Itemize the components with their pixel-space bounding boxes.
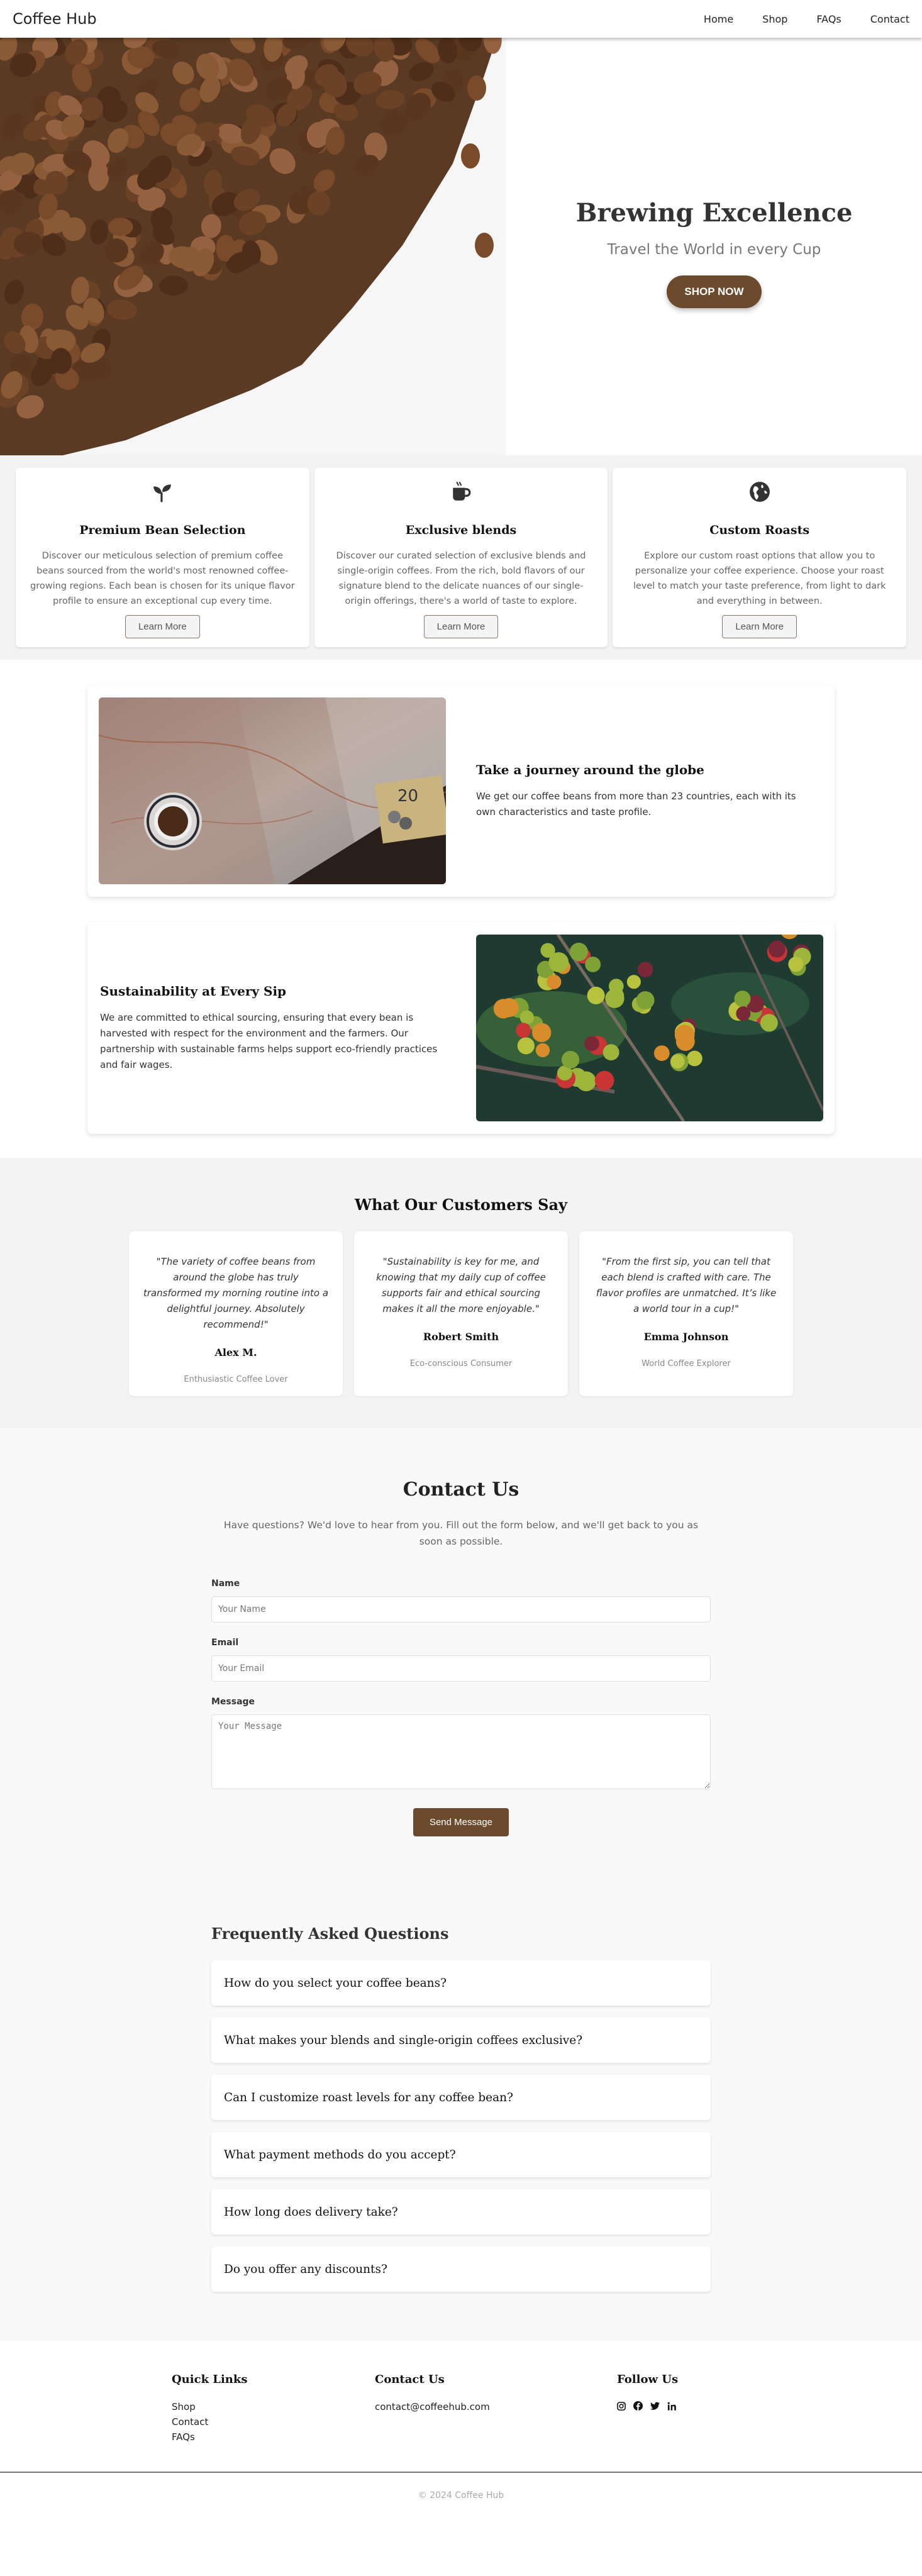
- contact-lead: Have questions? We'd love to hear from y…: [223, 1519, 699, 1547]
- coffee-cup-icon: [327, 479, 596, 504]
- story-card-journey: 20 Take a journey around the globe We ge…: [87, 685, 835, 897]
- nav-link-home[interactable]: Home: [704, 13, 733, 25]
- feature-card: Exclusive blends Discover our curated se…: [314, 468, 608, 647]
- footer-link-faqs[interactable]: FAQs: [172, 2431, 375, 2443]
- nav-links: Home Shop FAQs Contact: [675, 13, 909, 25]
- testimonials-title: What Our Customers Say: [355, 1196, 567, 1214]
- email-input[interactable]: [211, 1655, 711, 1682]
- faq-item[interactable]: Do you offer any discounts?: [211, 2246, 711, 2292]
- testimonial-name: Robert Smith: [423, 1331, 499, 1343]
- faq-question: What makes your blends and single-origin…: [224, 2033, 583, 2047]
- feature-text: Discover our meticulous selection of pre…: [30, 551, 295, 606]
- hero-section: Brewing Excellence Travel the World in e…: [0, 38, 922, 455]
- footer-contact: Contact Us contact@coffeehub.com: [375, 2373, 617, 2446]
- copyright-text: © 2024 Coffee Hub: [418, 2490, 504, 2501]
- feature-card: Premium Bean Selection Discover our meti…: [16, 468, 309, 647]
- shop-now-button[interactable]: SHOP NOW: [667, 275, 762, 308]
- testimonial-quote: "Sustainability is key for me, and knowi…: [376, 1256, 546, 1314]
- nav-link-contact[interactable]: Contact: [870, 13, 909, 25]
- learn-more-button[interactable]: Learn More: [423, 615, 499, 638]
- feature-card: Custom Roasts Explore our custom roast o…: [613, 468, 907, 647]
- story-body: We get our coffee beans from more than 2…: [476, 790, 796, 818]
- footer-email-link[interactable]: contact@coffeehub.com: [375, 2401, 617, 2412]
- contact-title: Contact Us: [403, 1479, 519, 1501]
- footer-link-shop[interactable]: Shop: [172, 2401, 375, 2412]
- hero-title: Brewing Excellence: [575, 197, 853, 228]
- feature-text: Explore our custom roast options that al…: [633, 551, 886, 606]
- faq-question: How long does delivery take?: [224, 2205, 398, 2219]
- faq-item[interactable]: How do you select your coffee beans?: [211, 1960, 711, 2006]
- testimonial-quote: "From the first sip, you can tell that e…: [596, 1256, 777, 1314]
- nav-link-shop[interactable]: Shop: [762, 13, 787, 25]
- testimonial-quote: "The variety of coffee beans from around…: [143, 1256, 329, 1330]
- feature-title: Custom Roasts: [709, 523, 810, 537]
- faq-question: Do you offer any discounts?: [224, 2262, 387, 2276]
- story-text: Sustainability at Every Sip We are commi…: [99, 984, 476, 1073]
- testimonial-card: "Sustainability is key for me, and knowi…: [354, 1231, 568, 1396]
- testimonial-name: Alex M.: [214, 1346, 257, 1358]
- twitter-icon[interactable]: [650, 2401, 660, 2413]
- faq-title: Frequently Asked Questions: [211, 1924, 449, 1943]
- features-section: Premium Bean Selection Discover our meti…: [0, 455, 922, 660]
- faq-item[interactable]: Can I customize roast levels for any cof…: [211, 2075, 711, 2120]
- story-text: Take a journey around the globe We get o…: [446, 762, 823, 820]
- email-label: Email: [211, 1638, 239, 1648]
- hero-text: Brewing Excellence Travel the World in e…: [506, 38, 922, 455]
- globe-icon: [625, 479, 894, 504]
- footer-heading: Follow Us: [617, 2373, 679, 2386]
- contact-form: Name Email Message Send Message: [211, 1579, 711, 1836]
- story-card-sustainability: Sustainability at Every Sip We are commi…: [87, 922, 835, 1134]
- testimonial-card: "From the first sip, you can tell that e…: [579, 1231, 793, 1396]
- footer-heading: Quick Links: [172, 2373, 248, 2386]
- message-label: Message: [211, 1697, 255, 1707]
- name-input[interactable]: [211, 1596, 711, 1623]
- faq-item[interactable]: What makes your blends and single-origin…: [211, 2018, 711, 2063]
- facebook-icon[interactable]: [633, 2401, 643, 2413]
- map-and-coffee-cup-image: 20: [99, 697, 446, 884]
- faq-question: How do you select your coffee beans?: [224, 1976, 447, 1990]
- faq-question: Can I customize roast levels for any cof…: [224, 2090, 513, 2104]
- faq-question: What payment methods do you accept?: [224, 2148, 456, 2162]
- footer-heading: Contact Us: [375, 2373, 445, 2386]
- feature-title: Premium Bean Selection: [79, 523, 246, 537]
- story-section: 20 Take a journey around the globe We ge…: [0, 660, 922, 1158]
- testimonial-role: Eco-conscious Consumer: [409, 1359, 513, 1368]
- seedling-icon: [28, 479, 297, 504]
- message-textarea[interactable]: [211, 1714, 711, 1789]
- svg-text:20: 20: [397, 787, 418, 806]
- testimonial-role: World Coffee Explorer: [642, 1359, 731, 1368]
- testimonials-section: What Our Customers Say "The variety of c…: [0, 1158, 922, 1428]
- hero-subtitle: Travel the World in every Cup: [607, 241, 821, 258]
- instagram-icon[interactable]: [617, 2401, 626, 2413]
- footer-quick-links: Quick Links Shop Contact FAQs: [172, 2373, 375, 2446]
- hero-coffee-beans-image: [0, 38, 506, 455]
- navbar: Coffee Hub Home Shop FAQs Contact: [0, 0, 922, 38]
- story-title: Sustainability at Every Sip: [100, 983, 287, 999]
- faq-section: Frequently Asked Questions How do you se…: [0, 1887, 922, 2341]
- linkedin-icon[interactable]: [667, 2401, 676, 2413]
- send-message-button[interactable]: Send Message: [413, 1808, 509, 1836]
- contact-section: Contact Us Have questions? We'd love to …: [0, 1428, 922, 1887]
- nav-link-faqs[interactable]: FAQs: [816, 13, 841, 25]
- footer-follow: Follow Us: [617, 2373, 678, 2446]
- feature-title: Exclusive blends: [405, 523, 517, 537]
- social-links: [617, 2401, 678, 2413]
- story-title: Take a journey around the globe: [476, 762, 704, 777]
- testimonial-name: Emma Johnson: [643, 1331, 729, 1343]
- name-label: Name: [211, 1579, 240, 1589]
- testimonial-role: Enthusiastic Coffee Lover: [184, 1375, 288, 1384]
- feature-text: Discover our curated selection of exclus…: [336, 551, 586, 606]
- story-body: We are committed to ethical sourcing, en…: [100, 1011, 438, 1070]
- testimonial-card: "The variety of coffee beans from around…: [129, 1231, 343, 1396]
- coffee-cherries-image: [476, 935, 823, 1121]
- faq-item[interactable]: What payment methods do you accept?: [211, 2132, 711, 2177]
- footer-link-contact[interactable]: Contact: [172, 2416, 375, 2428]
- learn-more-button[interactable]: Learn More: [722, 615, 797, 638]
- testimonials-list: "The variety of coffee beans from around…: [0, 1231, 922, 1396]
- learn-more-button[interactable]: Learn More: [125, 615, 200, 638]
- faq-item[interactable]: How long does delivery take?: [211, 2189, 711, 2235]
- footer: Quick Links Shop Contact FAQs Contact Us…: [0, 2341, 922, 2545]
- brand-logo[interactable]: Coffee Hub: [13, 10, 97, 28]
